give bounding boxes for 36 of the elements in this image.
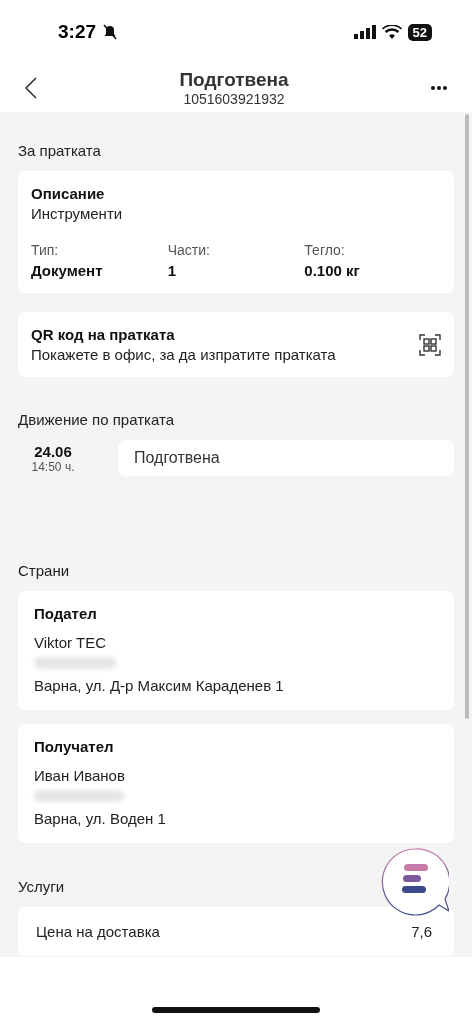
service-price: 7,6 [411,923,432,940]
event-time: 14:50 ч. [31,459,75,474]
party-name: Иван Иванов [34,767,126,784]
section-title: Движение по пратката [18,411,175,428]
section-title: За пратката [18,142,102,159]
party-role: Подател [34,605,98,622]
field-value: Документ [31,262,104,279]
party-name: Viktor TEC [34,634,107,651]
signal-icon [353,25,376,39]
qr-subtitle: Покажете в офис, за да изпратите пратката [31,346,336,363]
battery-level: 52 [407,23,432,41]
shipment-number: 1051603921932 [183,91,285,107]
wifi-icon [381,25,402,39]
party-role: Получател [34,738,115,755]
chat-button[interactable] [381,848,449,916]
section-title: Услуги [18,878,66,895]
section-title: Страни [18,562,71,579]
bell-slash-icon [102,24,119,40]
field-label: Тип: [31,242,60,258]
service-label: Цена на доставка [36,923,160,940]
field-label: Части: [167,242,211,258]
field-label: Тегло: [304,242,346,258]
party-address: Варна, ул. Д-р Максим Караденев 1 [34,677,285,694]
event-status: Подготвена [118,440,454,476]
qr-card[interactable]: QR код на пратката Покажете в офис, за да изпратите пратката [18,312,454,377]
description-label: Описание [31,185,106,202]
page-title: Подготвена [179,69,289,91]
qr-scan-icon[interactable] [419,333,441,356]
qr-title: QR код на пратката [31,326,176,343]
status-time: 3:27 [58,21,97,43]
event-date: 24.06 [34,442,72,460]
more-icon[interactable] [430,85,448,91]
party-address: Варна, ул. Воден 1 [34,810,167,827]
field-value: 0.100 кг [304,262,361,279]
description-text: Инструменти [31,205,124,222]
field-value: 1 [167,262,177,279]
